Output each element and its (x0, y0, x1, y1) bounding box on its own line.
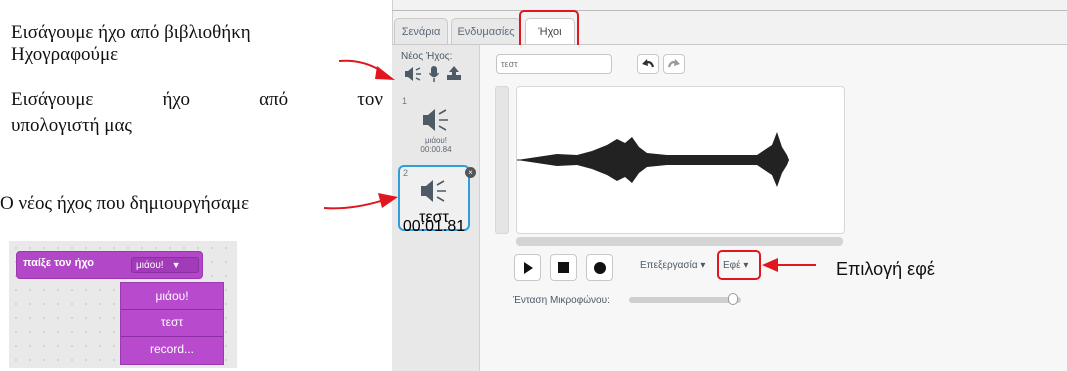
edit-dropdown[interactable]: Επεξεργασία ▾ (640, 260, 705, 271)
play-button[interactable] (514, 254, 541, 281)
delete-sound-icon[interactable]: × (465, 167, 476, 178)
undo-button[interactable] (637, 54, 659, 74)
tab-scripts[interactable]: Σενάρια (394, 18, 448, 44)
speaker-icon (400, 106, 472, 136)
waveform-display[interactable] (516, 86, 845, 234)
sound-index: 2 (403, 168, 409, 178)
menu-item[interactable]: record... (121, 342, 223, 356)
block-label: παίξε τον ήχο (23, 257, 94, 269)
sound-dropdown[interactable]: μιάου! ▼ (131, 257, 199, 273)
sound-name-input[interactable] (496, 54, 612, 74)
speaker-icon (418, 177, 450, 207)
divider (392, 10, 1067, 11)
horizontal-scrollbar[interactable] (516, 237, 843, 246)
mic-volume-slider[interactable] (629, 293, 741, 305)
annotation-arrow-new-sound (323, 193, 398, 210)
annotation-word: Εισάγουμε (11, 89, 94, 110)
menu-item[interactable]: μιάου! (121, 289, 223, 303)
waveform-side-scroll[interactable] (495, 86, 509, 234)
annotation-word: από (259, 89, 289, 110)
annotation-word: τον (357, 89, 383, 110)
mic-volume-label: Ένταση Μικροφώνου: (513, 295, 610, 306)
annotation-new-sound: Ο νέος ήχος που δημιουργήσαμε (0, 193, 250, 214)
waveform-graphic (517, 132, 789, 187)
sound-dropdown-value: μιάου! (136, 259, 164, 271)
redo-button[interactable] (663, 54, 685, 74)
annotation-upload-line2: υπολογιστή μας (11, 115, 132, 136)
effects-highlight (717, 250, 761, 280)
annotation-arrow-icons (338, 59, 395, 80)
annotation-arrow-effects (762, 258, 816, 272)
stop-button[interactable] (550, 254, 577, 281)
annotation-library: Εισάγουμε ήχο από βιβλιοθήκη (11, 22, 251, 43)
sound-item-selected[interactable]: 2 τεστ 00:01.81 (398, 165, 470, 235)
sound-duration: 00:00.84 (420, 145, 452, 154)
menu-item[interactable]: τεστ (121, 315, 223, 329)
annotation-effects: Επιλογή εφέ (836, 259, 935, 279)
sound-name: μιάου! (424, 136, 448, 145)
upload-sound-icon[interactable] (445, 64, 463, 82)
sound-dropdown-menu: μιάου! τεστ record... (120, 282, 224, 365)
record-button[interactable] (586, 254, 613, 281)
mic-volume-knob[interactable] (727, 293, 738, 305)
annotation-word: ήχο (162, 89, 190, 110)
sound-duration: 00:01.81 (402, 218, 466, 235)
annotation-record: Ηχογραφούμε (11, 44, 119, 65)
tab-costumes[interactable]: Ενδυμασίες (451, 18, 521, 44)
new-sound-label: Νέος Ήχος: (401, 51, 453, 62)
sound-item[interactable]: μιάου! 00:00.84 (400, 100, 472, 165)
choose-sound-from-library-icon[interactable] (404, 66, 422, 82)
chevron-down-icon: ▼ (171, 260, 181, 270)
record-sound-icon[interactable] (428, 65, 440, 83)
annotation-upload-line1: Εισάγουμε ήχο από τον (11, 89, 383, 111)
